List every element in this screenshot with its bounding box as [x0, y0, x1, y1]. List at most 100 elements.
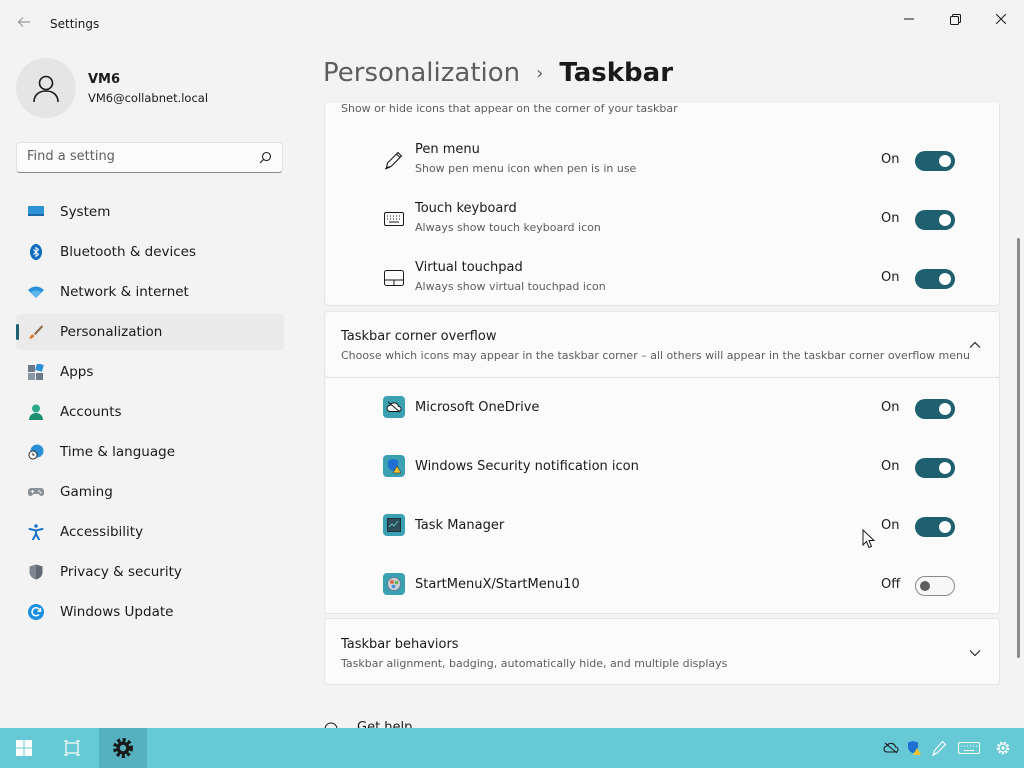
- brush-icon: [29, 325, 43, 339]
- sidebar-item-label: Gaming: [60, 484, 113, 500]
- page-title: Taskbar: [559, 58, 674, 88]
- sidebar-item-personalization[interactable]: Personalization: [16, 314, 284, 350]
- onedrive-tray-icon[interactable]: [883, 740, 899, 756]
- close-button[interactable]: [978, 4, 1024, 34]
- avatar[interactable]: [16, 58, 76, 118]
- onedrive-icon: [383, 396, 405, 418]
- settings-taskbar-button[interactable]: [99, 728, 147, 768]
- setting-row-task-manager: Task Manager On: [325, 496, 999, 555]
- search-icon[interactable]: [259, 151, 272, 164]
- toggle-state-label: On: [881, 152, 900, 167]
- setting-title: Microsoft OneDrive: [415, 400, 540, 415]
- section-title: Taskbar behaviors: [341, 637, 459, 652]
- startmenux-icon: [383, 573, 405, 595]
- sidebar-item-label: Windows Update: [60, 604, 174, 620]
- profile-email: VM6@collabnet.local: [88, 91, 209, 105]
- windows-security-icon: [383, 455, 405, 477]
- restore-icon: [949, 13, 961, 25]
- search-input[interactable]: [27, 149, 247, 164]
- setting-description: Show pen menu icon when pen is in use: [415, 162, 637, 175]
- system-icon: [28, 206, 44, 216]
- windows-logo-icon: [16, 740, 32, 756]
- back-arrow-icon: [17, 17, 30, 27]
- sidebar-item-accessibility[interactable]: Accessibility: [16, 514, 284, 550]
- breadcrumb: Personalization › Taskbar: [323, 58, 673, 88]
- taskbar-corner-overflow-header[interactable]: Taskbar corner overflow Choose which ico…: [324, 311, 1000, 378]
- task-view-button[interactable]: [48, 728, 96, 768]
- section-description: Taskbar alignment, badging, automaticall…: [341, 657, 728, 670]
- breadcrumb-separator-icon: ›: [536, 62, 544, 84]
- virtual-touchpad-toggle[interactable]: [915, 269, 955, 289]
- search-box[interactable]: [16, 142, 283, 173]
- get-help-link[interactable]: Get help: [324, 720, 524, 728]
- task-manager-toggle[interactable]: [915, 517, 955, 537]
- taskbar-corner-overflow-list: Microsoft OneDrive On Windows Security n…: [324, 377, 1000, 614]
- chevron-up-icon[interactable]: [968, 338, 982, 352]
- section-description: Show or hide icons that appear on the co…: [341, 103, 678, 115]
- windows-security-tray-icon[interactable]: [906, 740, 922, 756]
- toggle-state-label: On: [881, 400, 900, 415]
- taskbar-behaviors-card[interactable]: Taskbar behaviors Taskbar alignment, bad…: [324, 618, 1000, 685]
- minimize-icon: [904, 18, 914, 20]
- pen-tray-icon[interactable]: [931, 740, 947, 756]
- toggle-state-label: Off: [881, 577, 901, 592]
- sidebar-item-bluetooth[interactable]: Bluetooth & devices: [16, 234, 284, 270]
- get-help-label: Get help: [357, 720, 413, 728]
- scrollbar-thumb[interactable]: [1017, 238, 1020, 658]
- breadcrumb-parent[interactable]: Personalization: [323, 58, 520, 88]
- touchpad-icon: [384, 270, 404, 286]
- gear-icon: [113, 738, 133, 758]
- sidebar-item-label: Network & internet: [60, 284, 189, 300]
- sidebar-item-label: Privacy & security: [60, 564, 182, 580]
- setting-row-virtual-touchpad: Virtual touchpad Always show virtual tou…: [325, 250, 999, 308]
- start-button[interactable]: [0, 728, 48, 768]
- mouse-cursor-icon: [862, 529, 875, 549]
- touch-keyboard-toggle[interactable]: [915, 210, 955, 230]
- chevron-down-icon[interactable]: [968, 646, 982, 660]
- sidebar-item-time-language[interactable]: Time & language: [16, 434, 284, 470]
- accessibility-icon: [28, 524, 44, 540]
- task-view-icon: [64, 740, 80, 756]
- section-title: Taskbar corner overflow: [341, 329, 497, 344]
- sidebar-item-label: Bluetooth & devices: [60, 244, 197, 260]
- setting-title: StartMenuX/StartMenu10: [415, 577, 580, 592]
- window-title: Settings: [50, 17, 100, 31]
- sidebar-item-gaming[interactable]: Gaming: [16, 474, 284, 510]
- setting-title: Virtual touchpad: [415, 260, 523, 275]
- profile-name: VM6: [88, 72, 121, 87]
- toggle-state-label: On: [881, 459, 900, 474]
- title-bar: Settings: [0, 0, 1024, 48]
- sidebar-nav: System Bluetooth & devices Network & int…: [16, 194, 284, 634]
- sidebar-item-system[interactable]: System: [16, 194, 284, 230]
- toggle-state-label: On: [881, 211, 900, 226]
- sidebar-item-accounts[interactable]: Accounts: [16, 394, 284, 430]
- main-content: Show or hide icons that appear on the co…: [324, 103, 1000, 728]
- keyboard-tray-icon[interactable]: [958, 740, 980, 756]
- onedrive-toggle[interactable]: [915, 399, 955, 419]
- startmenux-toggle[interactable]: [915, 576, 955, 596]
- settings-tray-icon[interactable]: [995, 740, 1011, 756]
- sidebar-item-label: Accessibility: [60, 524, 144, 540]
- sidebar-item-apps[interactable]: Apps: [16, 354, 284, 390]
- setting-title: Pen menu: [415, 142, 480, 157]
- sidebar-item-windows-update[interactable]: Windows Update: [16, 594, 284, 630]
- gamepad-icon: [28, 488, 44, 496]
- taskbar: [0, 728, 1024, 768]
- minimize-button[interactable]: [886, 4, 932, 34]
- user-icon: [33, 75, 59, 103]
- windows-security-toggle[interactable]: [915, 458, 955, 478]
- clock-globe-icon: [28, 444, 44, 460]
- update-icon: [28, 604, 44, 620]
- sidebar-item-network[interactable]: Network & internet: [16, 274, 284, 310]
- sidebar-item-label: System: [60, 204, 111, 220]
- setting-row-onedrive: Microsoft OneDrive On: [325, 378, 999, 437]
- sidebar-item-label: Apps: [60, 364, 94, 380]
- back-button[interactable]: [14, 15, 34, 35]
- sidebar-item-privacy[interactable]: Privacy & security: [16, 554, 284, 590]
- setting-row-touch-keyboard: Touch keyboard Always show touch keyboar…: [325, 191, 999, 249]
- restore-button[interactable]: [932, 4, 978, 34]
- setting-title: Windows Security notification icon: [415, 459, 639, 474]
- pen-menu-toggle[interactable]: [915, 151, 955, 171]
- toggle-state-label: On: [881, 270, 900, 285]
- bluetooth-icon: [30, 244, 42, 260]
